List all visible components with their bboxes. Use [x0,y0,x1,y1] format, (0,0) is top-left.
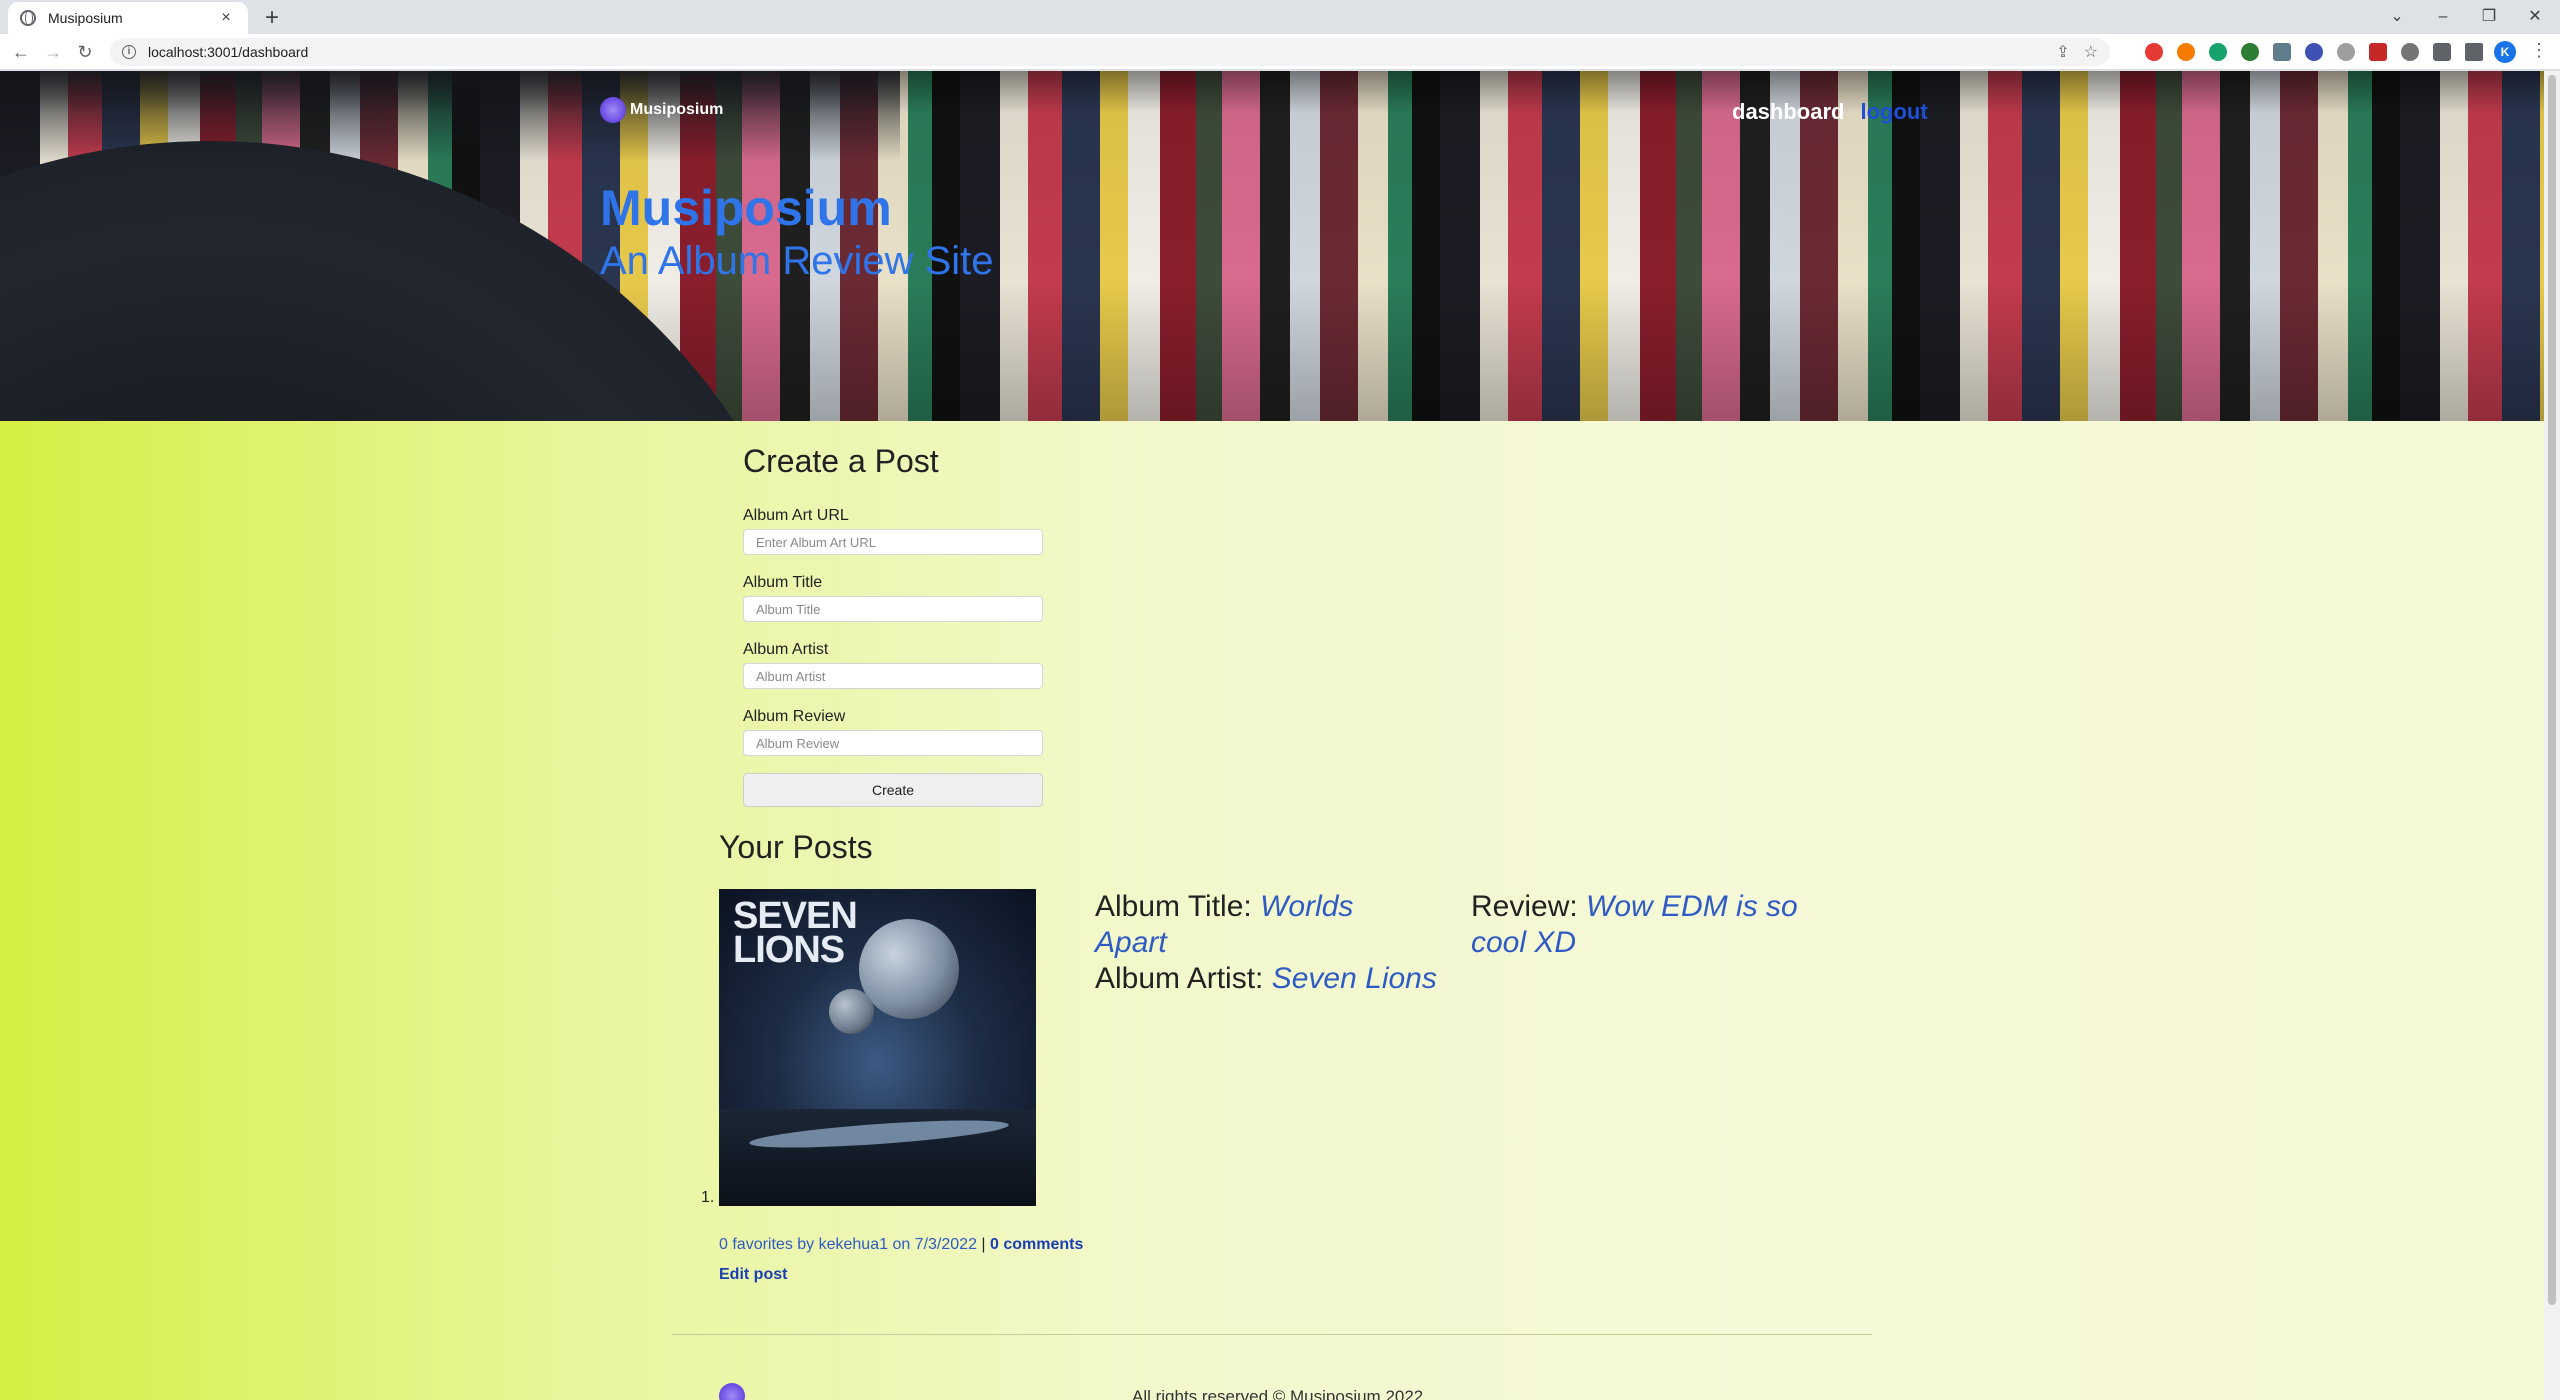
cover-artist-text: SEVEN LIONS [733,895,858,971]
comments-link[interactable]: 0 comments [990,1236,1083,1253]
post-artist-block: Album Artist: Seven Lions [1095,961,1475,997]
post-review-block: Review: Wow EDM is so cool XD [1471,889,1811,961]
extension-phone-icon[interactable] [2241,43,2259,61]
top-nav: dashboard logout [1732,99,1928,125]
extension-green-icon[interactable] [2209,43,2227,61]
minimize-icon[interactable]: – [2420,0,2466,34]
album-artist-value: Seven Lions [1271,962,1437,995]
hero-title: Musiposium [600,180,892,236]
footer-divider [672,1334,1872,1335]
address-url[interactable]: localhost:3001/dashboard [148,44,308,60]
page-scrollbar[interactable] [2544,71,2560,1400]
album-artist-label-text: Album Artist: [1095,962,1264,995]
brand[interactable]: Musiposium [600,97,723,123]
footer-logo-icon [719,1383,745,1400]
close-window-icon[interactable]: ✕ [2512,0,2558,34]
side-panel-icon[interactable] [2465,43,2483,61]
back-icon[interactable]: ← [8,39,34,65]
extension-red-icon[interactable] [2145,43,2163,61]
site-info-icon[interactable]: i [122,45,136,59]
album-artist-label: Album Artist [743,641,829,658]
bookmark-star-icon[interactable]: ☆ [2084,42,2098,62]
hero-banner: Musiposium dashboard logout Musiposium A… [0,71,2544,421]
post-byline: 0 favorites by kekehua1 on 7/3/2022 | 0 … [719,1236,1083,1254]
tab-title: Musiposium [48,10,123,26]
nav-dashboard-link[interactable]: dashboard [1732,99,1844,125]
extension-search-icon[interactable] [2305,43,2323,61]
forward-icon[interactable]: → [40,39,66,65]
byline-separator: | [981,1236,986,1253]
post-byline-text: 0 favorites by kekehua1 on 7/3/2022 [719,1236,977,1253]
browser-tab-bar: Musiposium × + ⌄ – ❐ ✕ [0,0,2560,34]
nav-logout-link[interactable]: logout [1860,99,1927,125]
browser-menu-icon[interactable]: ⋮ [2530,40,2548,61]
review-label-text: Review: [1471,890,1578,923]
album-cover-image[interactable]: SEVEN LIONS [719,889,1036,1206]
scrollbar-thumb[interactable] [2548,75,2556,1305]
extension-orange-icon[interactable] [2177,43,2195,61]
post-list-number: 1. [701,1189,715,1206]
tab-close-icon[interactable]: × [216,9,236,27]
browser-tab[interactable]: Musiposium × [8,2,248,34]
album-art-url-label: Album Art URL [743,507,849,524]
tab-search-icon[interactable]: ⌄ [2374,0,2420,34]
cover-planet-large [859,919,959,1019]
restore-icon[interactable]: ❐ [2466,0,2512,34]
extensions-puzzle-icon[interactable] [2433,43,2451,61]
album-review-input[interactable] [743,730,1043,756]
extension-shield-icon[interactable] [2369,43,2387,61]
musiposium-logo-icon [600,97,626,123]
page-viewport: Musiposium dashboard logout Musiposium A… [0,71,2560,1400]
extension-gray-icon[interactable] [2401,43,2419,61]
new-tab-button[interactable]: + [258,4,286,32]
hero-subtitle: An Album Review Site [600,239,994,283]
globe-icon [20,10,36,26]
hero-shadow [0,71,900,161]
footer-copyright: All rights reserved © Musiposium 2022 [1132,1387,1424,1400]
album-artist-input[interactable] [743,663,1043,689]
album-title-input[interactable] [743,596,1043,622]
reload-icon[interactable]: ↻ [72,39,98,65]
album-art-url-input[interactable] [743,529,1043,555]
edit-post-link[interactable]: Edit post [719,1266,787,1284]
share-icon[interactable]: ⇪ [2056,42,2069,62]
brand-name: Musiposium [630,101,724,118]
album-title-label: Album Title [743,574,823,591]
extension-s-icon[interactable] [2337,43,2355,61]
extension-screen-icon[interactable] [2273,43,2291,61]
cover-planet-small [829,989,874,1034]
create-post-heading: Create a Post [743,443,939,479]
profile-avatar[interactable]: K [2494,41,2516,63]
browser-toolbar: ← → ↻ i localhost:3001/dashboard ⇪ ☆ K ⋮ [0,34,2560,70]
create-post-button[interactable]: Create [743,773,1043,807]
post-title-block: Album Title: Worlds Apart [1095,889,1395,961]
address-bar[interactable]: i localhost:3001/dashboard ⇪ ☆ [110,38,2110,66]
album-title-label-text: Album Title: [1095,890,1252,923]
album-review-label: Album Review [743,708,846,725]
your-posts-heading: Your Posts [719,829,873,865]
